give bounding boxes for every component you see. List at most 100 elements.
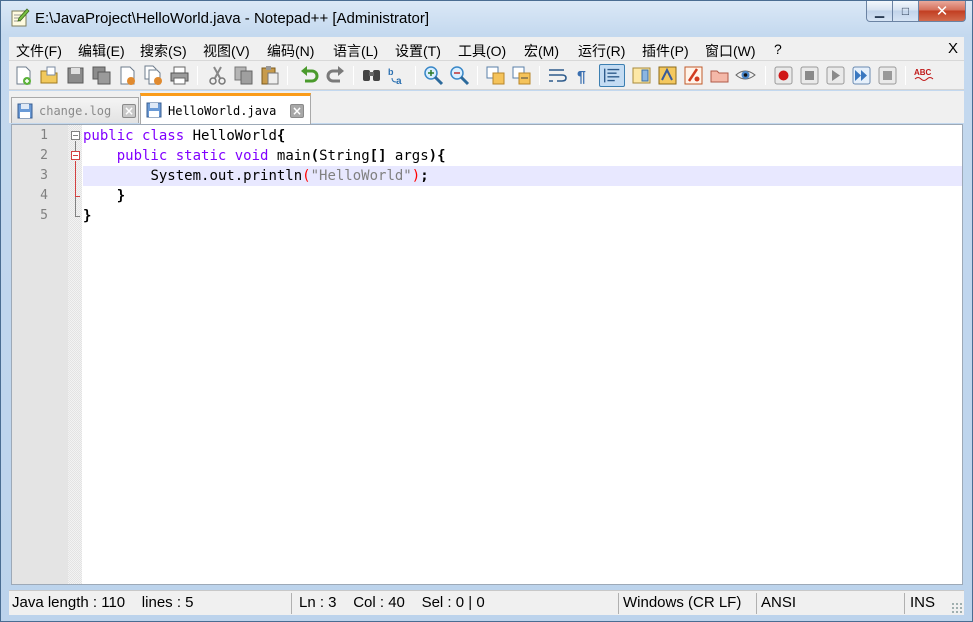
tab-label: change.log	[39, 104, 112, 118]
word-wrap-icon[interactable]	[547, 65, 568, 86]
menu-help[interactable]: ?	[774, 41, 782, 57]
cut-icon[interactable]	[207, 65, 228, 86]
matched-paren: (	[302, 168, 311, 184]
stop-recording-icon[interactable]	[799, 65, 820, 86]
menu-tools[interactable]: 工具(O)	[458, 41, 506, 61]
toolbar-separator	[477, 66, 478, 85]
status-doc-info: Java length : 110 lines : 5	[12, 594, 194, 611]
menu-window[interactable]: 窗口(W)	[705, 41, 756, 61]
folder-as-workspace-icon[interactable]	[683, 65, 704, 86]
line-number: 3	[40, 168, 48, 183]
keyword: static	[175, 148, 227, 164]
keyword: class	[142, 128, 185, 144]
toolbar-separator	[353, 66, 354, 85]
toolbar-separator	[765, 66, 766, 85]
identifier: HelloWorld	[184, 128, 277, 144]
zoom-out-icon[interactable]	[449, 65, 470, 86]
maximize-icon: □	[901, 4, 910, 18]
menu-edit[interactable]: 编辑(E)	[78, 41, 125, 61]
saved-file-icon	[146, 102, 162, 118]
document-map-icon[interactable]	[631, 65, 652, 86]
saved-file-icon	[17, 103, 33, 119]
open-file-icon[interactable]	[39, 65, 60, 86]
replace-icon[interactable]: ba	[387, 65, 408, 86]
redo-icon[interactable]	[325, 65, 346, 86]
menu-plugins[interactable]: 插件(P)	[642, 41, 689, 61]
status-divider	[904, 593, 905, 614]
save-all-icon[interactable]	[91, 65, 112, 86]
save-icon[interactable]	[65, 65, 86, 86]
copy-icon[interactable]	[233, 65, 254, 86]
minimize-button[interactable]: ▁	[866, 1, 893, 22]
fold-line	[75, 197, 76, 216]
identifier: String	[319, 148, 370, 164]
spellcheck-label: ABC	[914, 68, 932, 77]
status-eol-format[interactable]: Windows (CR LF)	[620, 591, 741, 616]
title-bar[interactable]: E:\JavaProject\HelloWorld.java - Notepad…	[1, 1, 972, 35]
tab-close-icon[interactable]: ×	[290, 104, 304, 118]
line-number: 2	[40, 148, 48, 163]
code-line: }	[83, 186, 962, 206]
maximize-button[interactable]: □	[893, 1, 919, 22]
menu-settings[interactable]: 设置(T)	[395, 41, 441, 61]
tab-change-log[interactable]: change.log ×	[11, 97, 139, 123]
menu-file[interactable]: 文件(F)	[16, 41, 62, 61]
code-line: public class HelloWorld{	[83, 126, 962, 146]
identifier: System.out.println	[150, 168, 303, 184]
fold-end-marker	[75, 216, 80, 217]
new-file-icon[interactable]	[13, 65, 34, 86]
monitoring-icon[interactable]	[735, 65, 756, 86]
editor-pane[interactable]: 1 2 3 4 5 public class HelloWorld{ publi…	[11, 124, 963, 585]
show-all-characters-icon[interactable]: ¶	[573, 65, 594, 86]
close-window-button[interactable]: ✕	[919, 1, 966, 22]
tab-helloworld-java[interactable]: HelloWorld.java ×	[140, 93, 311, 124]
string-literal: "HelloWorld"	[310, 168, 412, 184]
close-all-icon[interactable]	[143, 65, 164, 86]
spell-check-icon[interactable]: ABC	[913, 65, 937, 86]
line-number: 5	[40, 208, 48, 223]
zoom-in-icon[interactable]	[423, 65, 444, 86]
save-macro-icon[interactable]	[877, 65, 898, 86]
resize-grip[interactable]	[951, 602, 963, 614]
indent-guide-icon[interactable]	[599, 64, 625, 87]
status-encoding[interactable]: ANSI	[758, 591, 796, 616]
matched-paren: )	[411, 168, 421, 184]
fold-collapse-icon[interactable]	[71, 151, 80, 160]
close-file-icon[interactable]	[117, 65, 138, 86]
identifier: main	[268, 148, 311, 164]
tab-close-icon[interactable]: ×	[122, 104, 136, 118]
undo-icon[interactable]	[299, 65, 320, 86]
brace: {	[437, 148, 446, 164]
close-document-button[interactable]: X	[948, 40, 958, 57]
menu-search[interactable]: 搜索(S)	[140, 41, 187, 61]
menu-view[interactable]: 视图(V)	[203, 41, 250, 61]
fold-collapse-icon[interactable]	[71, 131, 80, 140]
status-insert-mode[interactable]: INS	[907, 591, 935, 616]
paste-icon[interactable]	[259, 65, 280, 86]
function-list-icon[interactable]	[657, 65, 678, 86]
sync-horizontal-scroll-icon[interactable]	[511, 65, 532, 86]
current-code-line: System.out.println("HelloWorld");	[83, 166, 962, 186]
playback-macro-icon[interactable]	[825, 65, 846, 86]
line-number: 1	[40, 128, 48, 143]
menu-encoding[interactable]: 编码(N)	[267, 41, 314, 61]
menu-run[interactable]: 运行(R)	[578, 41, 625, 61]
menu-macro[interactable]: 宏(M)	[524, 41, 559, 61]
menu-bar: 文件(F) 编辑(E) 搜索(S) 视图(V) 编码(N) 语言(L) 设置(T…	[9, 37, 964, 61]
code-text-area[interactable]: public class HelloWorld{ public static v…	[83, 125, 962, 584]
brackets: []	[369, 148, 387, 164]
print-icon[interactable]	[169, 65, 190, 86]
fold-line	[75, 161, 76, 196]
status-divider	[291, 593, 292, 614]
run-macro-multiple-icon[interactable]	[851, 65, 872, 86]
document-list-icon[interactable]	[709, 65, 730, 86]
toolbar-separator	[415, 66, 416, 85]
find-icon[interactable]	[361, 65, 382, 86]
keyword: public	[116, 148, 168, 164]
menu-language[interactable]: 语言(L)	[333, 41, 378, 61]
sync-vertical-scroll-icon[interactable]	[485, 65, 506, 86]
notepadpp-app-icon	[11, 8, 30, 27]
record-macro-icon[interactable]	[773, 65, 794, 86]
brace: }	[116, 188, 126, 204]
code-line: public static void main(String[] args){	[83, 146, 962, 166]
